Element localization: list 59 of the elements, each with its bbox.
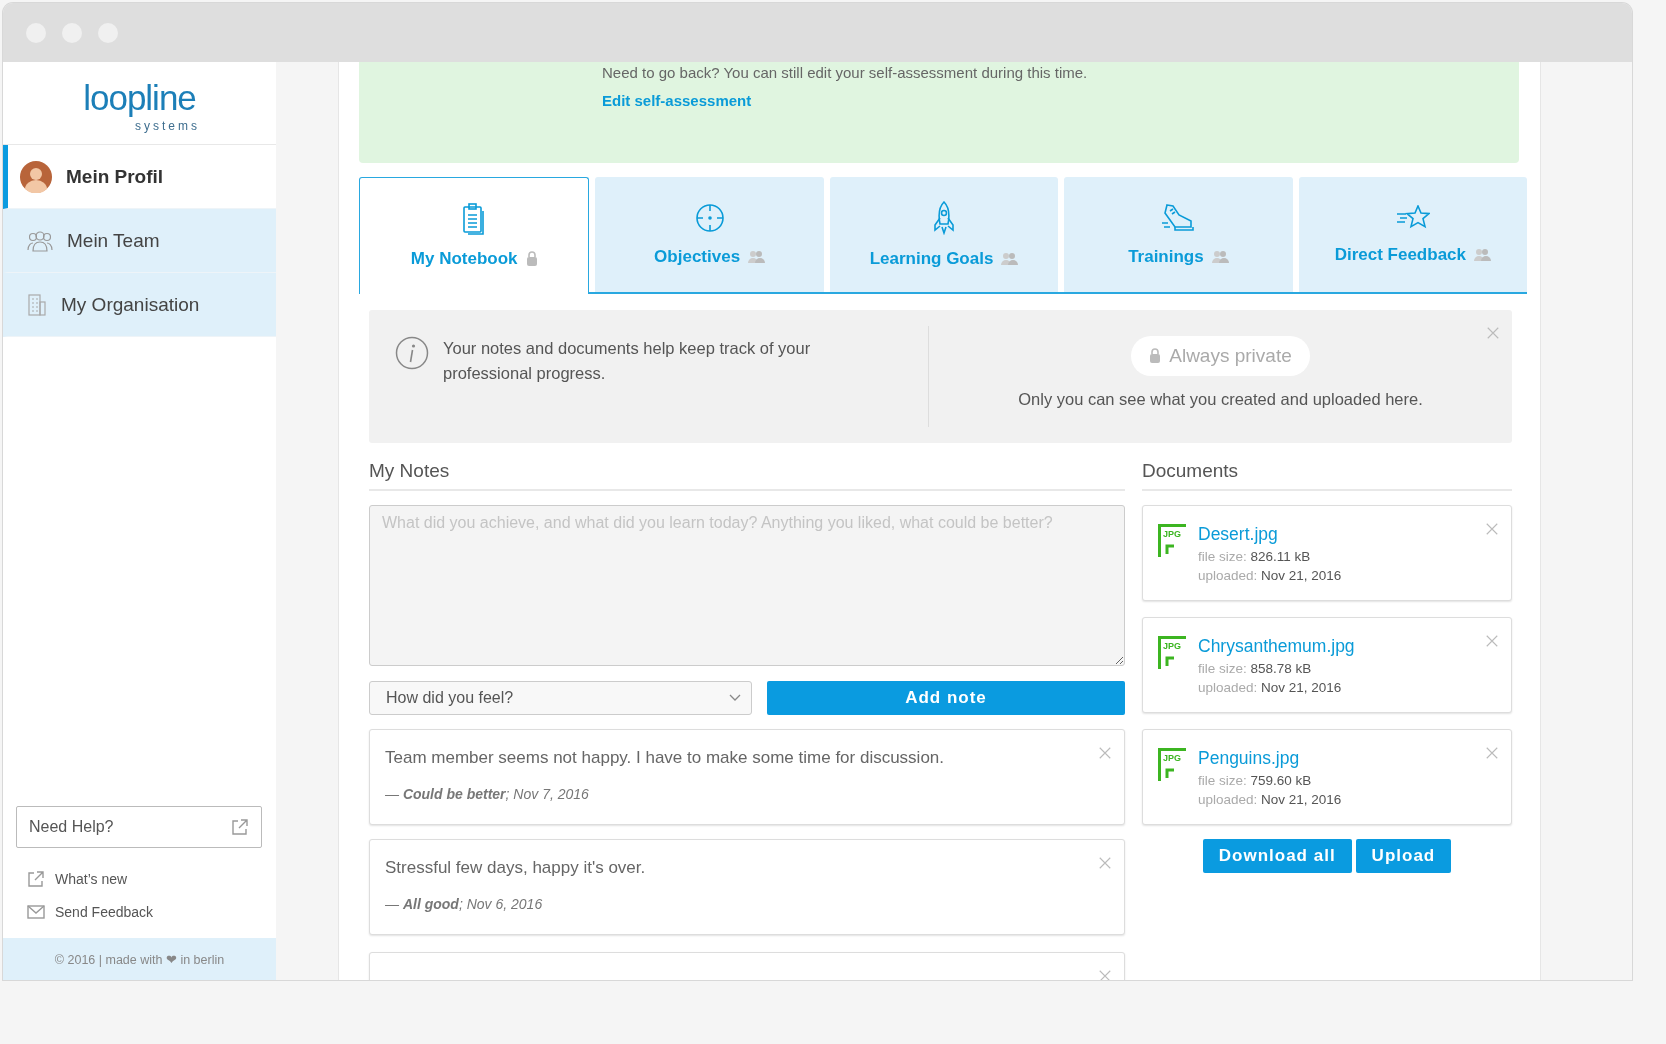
file-link[interactable]: Chrysanthemum.jpg	[1198, 636, 1355, 656]
clipboard-icon	[462, 203, 487, 235]
info-icon	[395, 336, 429, 370]
action-button[interactable]: Upload	[1355, 839, 1452, 873]
link-text[interactable]: What’s new	[55, 871, 128, 887]
logo-tagline: systems	[135, 119, 200, 133]
chevron-down-icon	[729, 694, 741, 702]
sidebar-item[interactable]: My Organisation	[3, 273, 276, 337]
close-icon[interactable]	[1485, 634, 1499, 648]
tab[interactable]: Learning Goals	[829, 177, 1059, 292]
link-text[interactable]: Send Feedback	[55, 904, 154, 920]
section-heading: Documents	[1142, 457, 1512, 491]
sidebar-item[interactable]: Mein Team	[3, 209, 276, 273]
mood-dropdown[interactable]: How did you feel?	[369, 681, 752, 715]
file-link[interactable]: Penguins.jpg	[1198, 748, 1300, 768]
lock-icon	[1149, 348, 1162, 364]
tab[interactable]: Direct Feedback	[1298, 177, 1528, 292]
close-icon[interactable]	[1098, 746, 1112, 760]
close-icon[interactable]	[1098, 856, 1112, 870]
footer-text: © 2016 | made with ❤ in berlin	[3, 938, 276, 980]
info-note: Only you can see what you created and uploaded here.	[1018, 390, 1423, 409]
note-text: Team member seems not happy. I have to make some time for discussion.	[385, 748, 946, 768]
private-badge: Always private	[1131, 336, 1310, 376]
file-link[interactable]: Desert.jpg	[1198, 524, 1278, 544]
tab[interactable]: Objectives	[595, 177, 824, 292]
close-icon[interactable]	[1098, 969, 1112, 980]
crosshair-icon	[694, 202, 725, 233]
note-meta: — All good; Nov 6, 2016	[385, 896, 544, 912]
file-detail: file size: 858.78 kB	[1198, 661, 1313, 676]
people-icon	[27, 229, 53, 252]
file-detail: uploaded: Nov 21, 2016	[1198, 680, 1343, 695]
file-detail: uploaded: Nov 21, 2016	[1198, 792, 1342, 807]
sneaker-icon	[1161, 202, 1196, 233]
banner-text: Need to go back? You can still edit your self-assessment during this time.	[602, 64, 1089, 82]
edit-link[interactable]: Edit self-assessment	[602, 92, 752, 109]
note-text: Stressful few days, happy it's over.	[385, 858, 647, 878]
avatar-icon	[20, 160, 52, 193]
file-detail: uploaded: Nov 21, 2016	[1198, 568, 1342, 583]
tab[interactable]: My Notebook	[359, 177, 590, 294]
close-icon[interactable]	[1486, 326, 1500, 340]
file-detail: file size: 759.60 kB	[1198, 773, 1313, 788]
mail-icon	[27, 905, 45, 919]
external-link-icon	[27, 870, 45, 888]
rocket-icon	[933, 200, 955, 235]
help-button[interactable]: Need Help?	[16, 806, 262, 848]
add-note-button[interactable]: Add note	[767, 681, 1125, 715]
star-icon	[1395, 204, 1430, 231]
note-meta: — Could be better; Nov 7, 2016	[385, 786, 590, 802]
external-link-icon	[231, 818, 249, 836]
logo-text: loopline	[83, 77, 196, 119]
section-heading: My Notes	[369, 457, 1125, 491]
file-detail: file size: 826.11 kB	[1198, 549, 1312, 564]
sidebar-item[interactable]: Mein Profil	[3, 145, 276, 209]
action-button[interactable]: Download all	[1202, 839, 1352, 873]
close-icon[interactable]	[1485, 522, 1499, 536]
tab[interactable]: Trainings	[1064, 177, 1293, 292]
building-icon	[27, 293, 47, 316]
info-text: Your notes and documents help keep track of your professional progress.	[443, 338, 812, 384]
close-icon[interactable]	[1485, 746, 1499, 760]
